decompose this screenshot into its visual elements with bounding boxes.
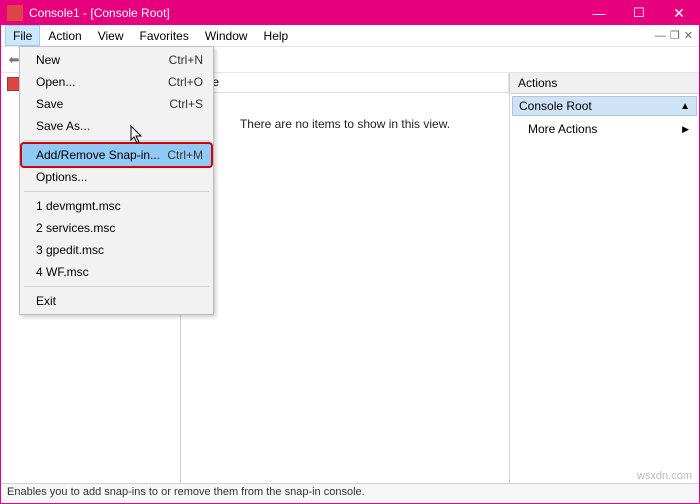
menu-favorites[interactable]: Favorites [132, 25, 197, 46]
menu-item-options[interactable]: Options... [22, 166, 211, 188]
column-name[interactable]: Name [181, 73, 509, 92]
minimize-button[interactable]: — [579, 1, 619, 25]
app-icon [7, 5, 23, 21]
actions-pane: Actions Console Root ▲ More Actions ▶ [509, 73, 699, 483]
menu-item-new[interactable]: New Ctrl+N [22, 49, 211, 71]
file-menu-dropdown: New Ctrl+N Open... Ctrl+O Save Ctrl+S Sa… [19, 46, 214, 315]
menu-item-recent-3[interactable]: 3 gpedit.msc [22, 239, 211, 261]
status-bar: Enables you to add snap-ins to or remove… [1, 483, 699, 503]
app-window: Console1 - [Console Root] — ☐ ✕ File Act… [0, 0, 700, 504]
results-pane: Name There are no items to show in this … [181, 73, 509, 483]
menu-separator [24, 286, 209, 287]
menubar: File Action View Favorites Window Help —… [1, 25, 699, 47]
mdi-minimize-icon[interactable]: — [655, 30, 666, 42]
menu-separator [24, 191, 209, 192]
actions-more-actions[interactable]: More Actions ▶ [510, 118, 699, 140]
mdi-restore-icon[interactable]: ❐ [670, 29, 680, 42]
watermark: wsxdn.com [637, 470, 692, 482]
empty-message: There are no items to show in this view. [181, 93, 509, 483]
actions-header: Actions [510, 73, 699, 94]
close-button[interactable]: ✕ [659, 1, 699, 25]
window-title: Console1 - [Console Root] [29, 6, 579, 20]
titlebar[interactable]: Console1 - [Console Root] — ☐ ✕ [1, 1, 699, 25]
actions-group-console-root[interactable]: Console Root ▲ [512, 96, 697, 116]
menu-item-save[interactable]: Save Ctrl+S [22, 93, 211, 115]
menu-file[interactable]: File [5, 25, 40, 46]
collapse-icon[interactable]: ▲ [680, 101, 690, 112]
column-headers[interactable]: Name [181, 73, 509, 93]
actions-more-label: More Actions [528, 122, 597, 136]
chevron-right-icon: ▶ [682, 124, 689, 135]
menu-view[interactable]: View [90, 25, 132, 46]
menu-item-recent-1[interactable]: 1 devmgmt.msc [22, 195, 211, 217]
menu-item-save-as[interactable]: Save As... [22, 115, 211, 137]
maximize-button[interactable]: ☐ [619, 1, 659, 25]
menu-item-exit[interactable]: Exit [22, 290, 211, 312]
actions-group-label: Console Root [519, 99, 592, 113]
menu-separator [24, 140, 209, 141]
menu-item-recent-4[interactable]: 4 WF.msc [22, 261, 211, 283]
menu-window[interactable]: Window [197, 25, 256, 46]
mdi-close-icon[interactable]: ✕ [684, 29, 693, 42]
menu-help[interactable]: Help [256, 25, 297, 46]
menu-item-open[interactable]: Open... Ctrl+O [22, 71, 211, 93]
menu-item-recent-2[interactable]: 2 services.msc [22, 217, 211, 239]
menu-action[interactable]: Action [40, 25, 89, 46]
menu-item-add-remove-snapin[interactable]: Add/Remove Snap-in... Ctrl+M [22, 144, 211, 166]
